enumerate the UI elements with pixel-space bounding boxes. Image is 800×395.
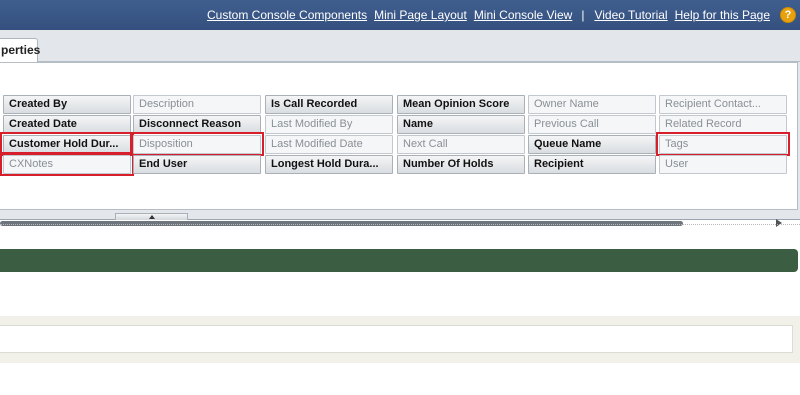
palette-field[interactable]: Created Date: [3, 115, 131, 134]
mini-console-view-link[interactable]: Mini Console View: [474, 8, 573, 22]
palette-field[interactable]: User: [659, 155, 787, 174]
palette-field[interactable]: Disconnect Reason: [133, 115, 261, 134]
palette-field[interactable]: Tags: [659, 135, 787, 154]
palette-field[interactable]: Recipient: [528, 155, 656, 174]
palette-field[interactable]: Number Of Holds: [397, 155, 525, 174]
palette-field[interactable]: Customer Hold Dur...: [3, 135, 131, 154]
palette-field-grid: Created By Created Date Customer Hold Dur.…: [0, 62, 798, 227]
help-icon[interactable]: ?: [780, 7, 796, 23]
palette-tab-strip: perties: [0, 36, 800, 63]
palette-field[interactable]: Longest Hold Dura...: [265, 155, 393, 174]
video-tutorial-link[interactable]: Video Tutorial: [594, 8, 667, 22]
palette-field[interactable]: Related Record: [659, 115, 787, 134]
mini-page-layout-link[interactable]: Mini Page Layout: [374, 8, 467, 22]
palette-field[interactable]: Recipient Contact...: [659, 95, 787, 114]
tab-properties[interactable]: perties: [0, 38, 40, 63]
palette-field[interactable]: Previous Call: [528, 115, 656, 134]
help-for-this-page-link[interactable]: Help for this Page: [675, 8, 770, 22]
palette-field[interactable]: Last Modified Date: [265, 135, 393, 154]
divider: [0, 224, 800, 225]
palette-field[interactable]: Description: [133, 95, 261, 114]
palette-field[interactable]: End User: [133, 155, 261, 174]
palette-field[interactable]: Mean Opinion Score: [397, 95, 525, 114]
page-header-links: Custom Console Components Mini Page Layo…: [0, 0, 800, 30]
palette-field[interactable]: Name: [397, 115, 525, 134]
layout-section-panel: [0, 316, 800, 363]
palette-field[interactable]: Owner Name: [528, 95, 656, 114]
palette-field[interactable]: Created By: [3, 95, 131, 114]
palette-field[interactable]: Next Call: [397, 135, 525, 154]
scroll-right-arrow-icon[interactable]: [776, 219, 782, 227]
palette-field[interactable]: CXNotes: [3, 155, 131, 174]
layout-section-drop-area: [0, 325, 793, 353]
field-palette: perties Created By Created Date Customer H…: [0, 30, 800, 227]
palette-field[interactable]: Last Modified By: [265, 115, 393, 134]
palette-field[interactable]: Queue Name: [528, 135, 656, 154]
collapse-up-arrow-icon: [148, 215, 155, 219]
custom-console-components-link[interactable]: Custom Console Components: [207, 8, 367, 22]
section-header-bar: [0, 249, 798, 272]
palette-field[interactable]: Is Call Recorded: [265, 95, 393, 114]
link-separator: |: [581, 8, 585, 22]
palette-field[interactable]: Disposition: [133, 135, 261, 154]
collapse-palette-handle[interactable]: [115, 213, 188, 220]
